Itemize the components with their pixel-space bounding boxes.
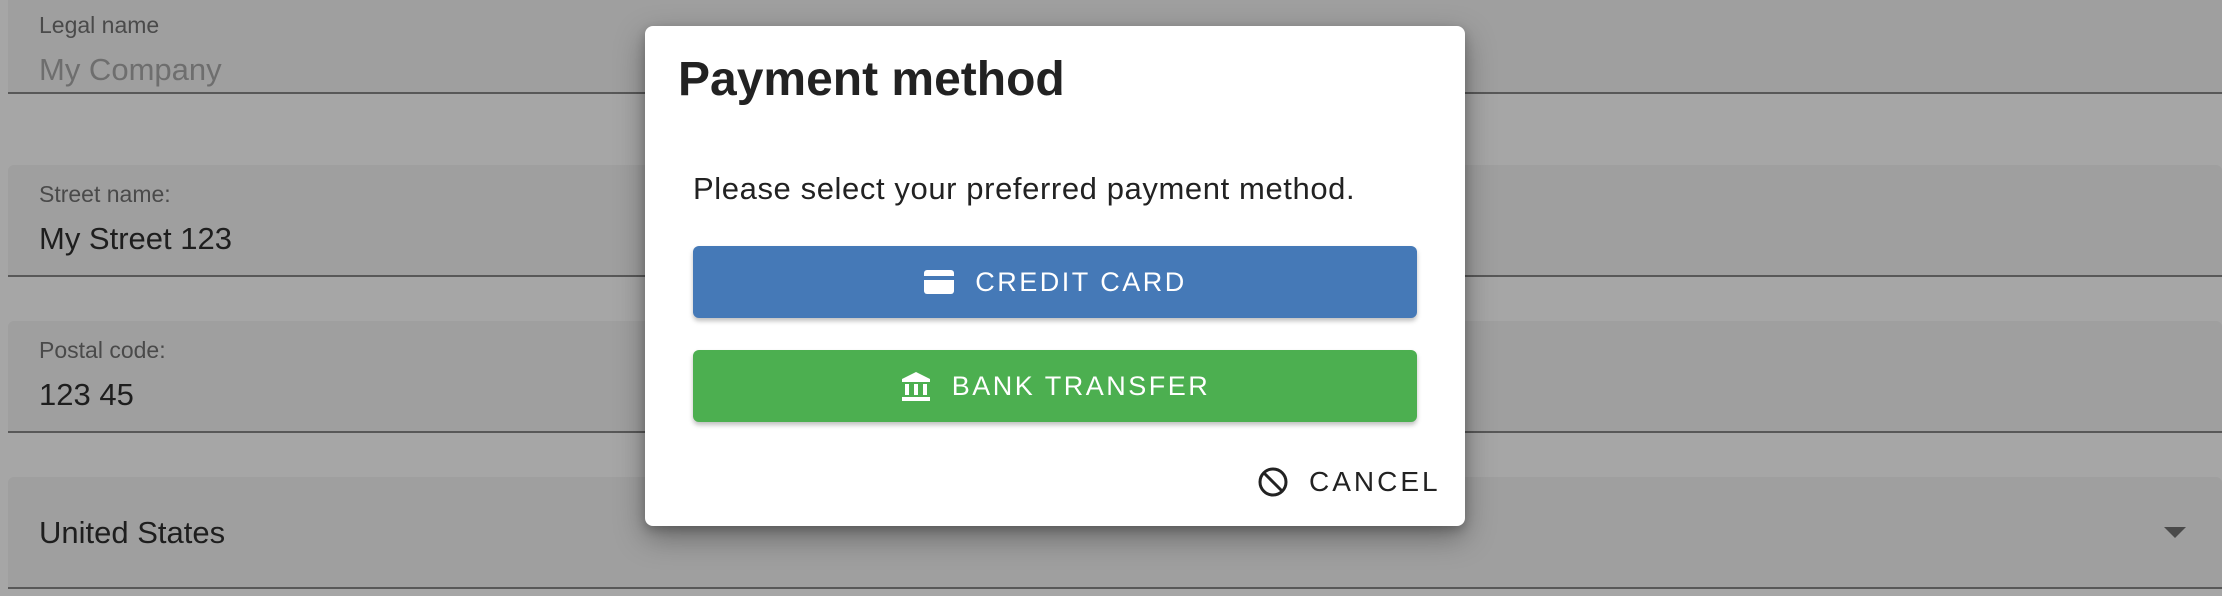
postal-code-label: Postal code:: [39, 337, 166, 363]
credit-card-label: CREDIT CARD: [975, 266, 1187, 297]
cancel-icon: [1257, 466, 1289, 498]
street-name-label: Street name:: [39, 181, 171, 207]
credit-card-button[interactable]: CREDIT CARD: [693, 246, 1417, 318]
cancel-label: CANCEL: [1309, 466, 1441, 497]
legal-name-placeholder: My Company: [39, 52, 222, 87]
credit-card-icon: [923, 269, 955, 295]
payment-method-dialog: Payment method Please select your prefer…: [645, 26, 1465, 526]
cancel-button[interactable]: CANCEL: [1257, 454, 1457, 510]
bank-transfer-label: BANK TRANSFER: [951, 370, 1211, 401]
chevron-down-icon[interactable]: [2164, 527, 2186, 538]
country-value: United States: [39, 515, 226, 550]
dialog-title: Payment method: [678, 53, 1065, 106]
dialog-message: Please select your preferred payment met…: [693, 171, 1356, 206]
bank-transfer-button[interactable]: BANK TRANSFER: [693, 350, 1417, 422]
legal-name-label: Legal name: [39, 12, 160, 38]
postal-code-value: 123 45: [39, 377, 134, 412]
street-name-value: My Street 123: [39, 221, 232, 256]
bank-icon: [900, 370, 932, 402]
